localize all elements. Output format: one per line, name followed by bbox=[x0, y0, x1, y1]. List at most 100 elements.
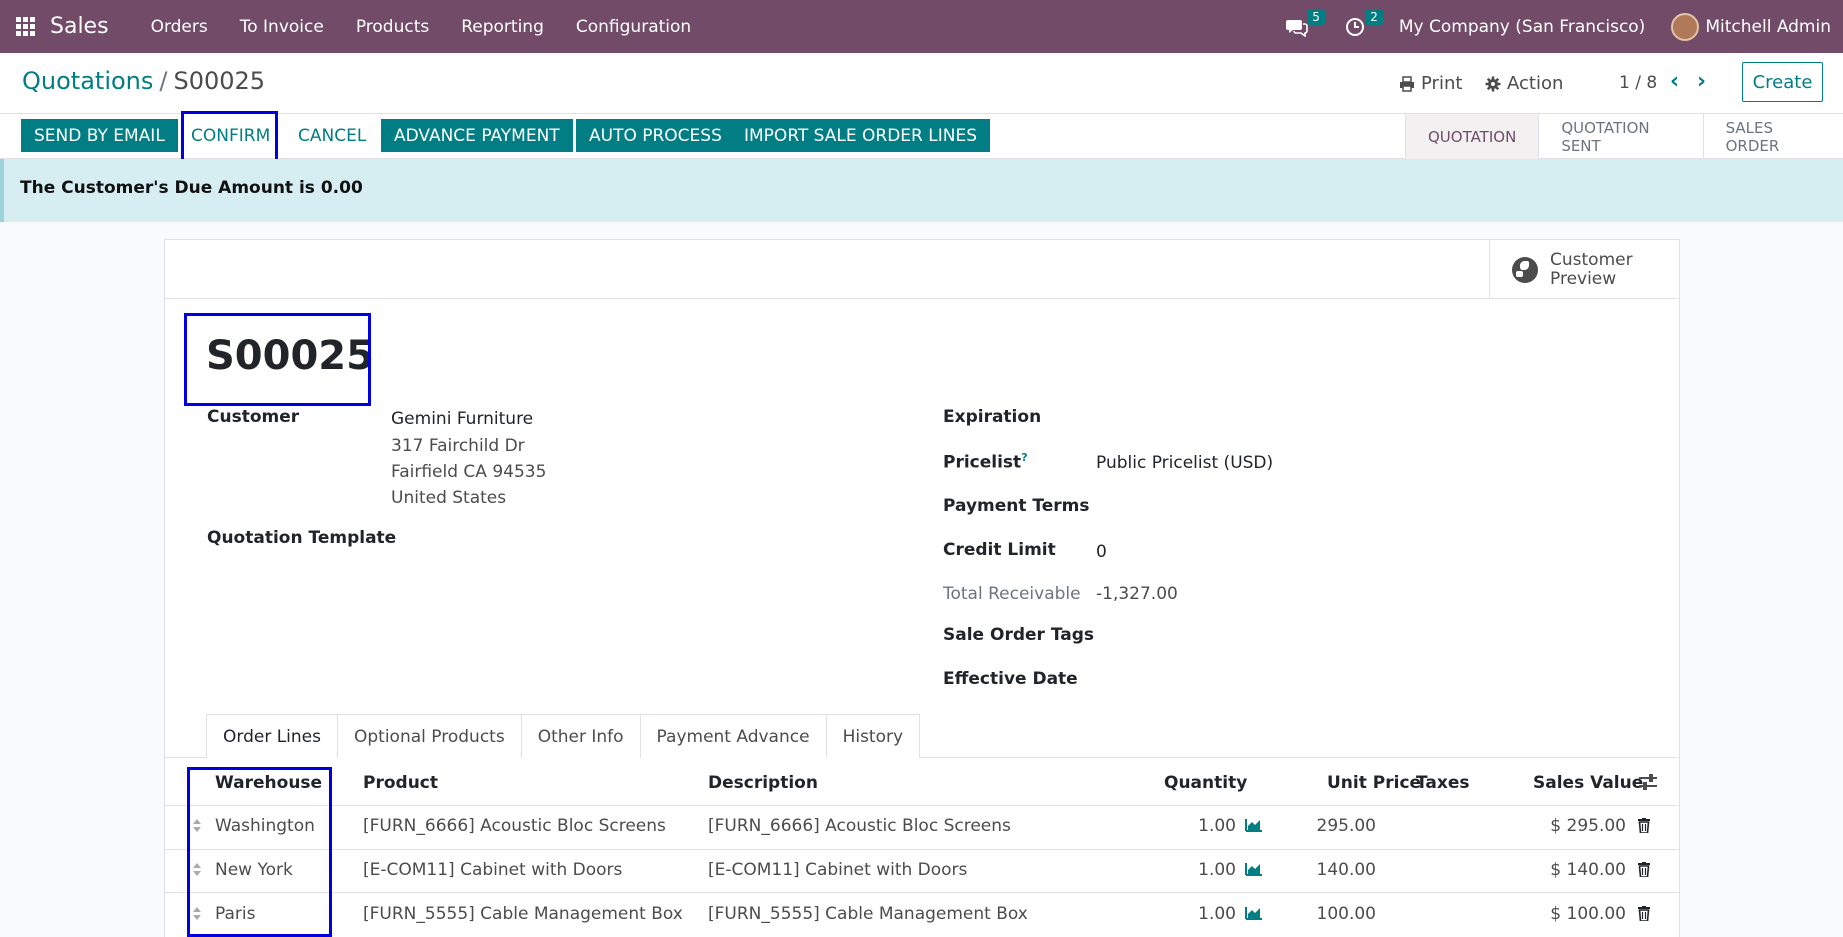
pricelist-help-icon[interactable]: ? bbox=[1021, 451, 1027, 464]
column-taxes[interactable]: Taxes bbox=[1416, 773, 1470, 793]
customer-label: Customer bbox=[207, 407, 300, 427]
print-button[interactable]: Print bbox=[1399, 73, 1462, 94]
delete-row-icon[interactable] bbox=[1638, 906, 1650, 921]
action-button[interactable]: Action bbox=[1485, 73, 1563, 94]
column-quantity[interactable]: Quantity bbox=[1164, 773, 1247, 793]
stage-quotation[interactable]: QUOTATION bbox=[1405, 114, 1539, 159]
pricelist-label-wrap: Pricelist? bbox=[943, 451, 1028, 473]
chat-icon bbox=[1285, 19, 1308, 37]
tab-optional-products[interactable]: Optional Products bbox=[337, 714, 522, 758]
row-sales-value: $ 295.00 bbox=[1550, 816, 1626, 836]
tab-payment-advance[interactable]: Payment Advance bbox=[639, 714, 827, 758]
row-product[interactable]: [FURN_5555] Cable Management Box bbox=[363, 904, 683, 924]
row-quantity[interactable]: 1.00 bbox=[1150, 816, 1236, 836]
pager-value[interactable]: 1 / 8 bbox=[1619, 73, 1657, 93]
import-sale-order-lines-button[interactable]: IMPORT SALE ORDER LINES bbox=[731, 119, 991, 152]
customer-address-line-1: 317 Fairchild Dr bbox=[391, 436, 525, 456]
customer-preview-button[interactable]: Customer Preview bbox=[1489, 240, 1679, 299]
row-product[interactable]: [FURN_6666] Acoustic Bloc Screens bbox=[363, 816, 666, 836]
row-description[interactable]: [FURN_6666] Acoustic Bloc Screens bbox=[708, 816, 1011, 836]
control-panel: Quotations / S00025 Print Action 1 / 8 ‹ ›… bbox=[0, 53, 1843, 114]
top-navbar: Sales Orders To Invoice Products Reporti… bbox=[0, 0, 1843, 53]
row-warehouse[interactable]: Paris bbox=[215, 904, 255, 924]
pricelist-value[interactable]: Public Pricelist (USD) bbox=[1096, 453, 1273, 473]
action-bar: SEND BY EMAIL CONFIRM CANCEL ADVANCE PAY… bbox=[0, 114, 1843, 159]
stage-sales-order[interactable]: SALES ORDER bbox=[1702, 114, 1843, 159]
row-unit-price[interactable]: 140.00 bbox=[1290, 860, 1376, 880]
company-switcher[interactable]: My Company (San Francisco) bbox=[1399, 17, 1645, 37]
tab-order-lines[interactable]: Order Lines bbox=[206, 714, 338, 758]
tab-other-info[interactable]: Other Info bbox=[520, 714, 641, 758]
menu-configuration[interactable]: Configuration bbox=[560, 17, 707, 37]
confirm-button[interactable]: CONFIRM bbox=[178, 119, 284, 152]
row-quantity[interactable]: 1.00 bbox=[1150, 904, 1236, 924]
row-unit-price[interactable]: 295.00 bbox=[1290, 816, 1376, 836]
create-button[interactable]: Create bbox=[1742, 62, 1823, 102]
credit-limit-label: Credit Limit bbox=[943, 540, 1056, 560]
activities-button[interactable]: 2 bbox=[1341, 8, 1383, 41]
credit-limit-value[interactable]: 0 bbox=[1096, 542, 1107, 562]
gear-icon bbox=[1485, 76, 1501, 91]
action-label: Action bbox=[1507, 73, 1564, 94]
column-description[interactable]: Description bbox=[708, 773, 818, 793]
customer-address-line-2: Fairfield CA 94535 bbox=[391, 462, 547, 482]
row-warehouse[interactable]: Washington bbox=[215, 816, 315, 836]
column-unit-price[interactable]: Unit Price bbox=[1327, 773, 1421, 793]
status-bar: QUOTATION QUOTATION SENT SALES ORDER bbox=[1405, 114, 1843, 159]
breadcrumb-quotations-link[interactable]: Quotations bbox=[22, 67, 153, 95]
customer-address-line-3: United States bbox=[391, 488, 507, 508]
activities-count-badge: 2 bbox=[1365, 8, 1383, 25]
pager-next-icon[interactable]: › bbox=[1697, 69, 1706, 94]
stage-quotation-sent[interactable]: QUOTATION SENT bbox=[1538, 114, 1702, 159]
user-avatar[interactable] bbox=[1671, 12, 1700, 41]
column-product[interactable]: Product bbox=[363, 773, 438, 793]
apps-menu-icon[interactable] bbox=[0, 0, 50, 53]
row-divider bbox=[165, 892, 1679, 893]
globe-icon bbox=[1512, 256, 1538, 283]
row-unit-price[interactable]: 100.00 bbox=[1290, 904, 1376, 924]
record-name: S00025 bbox=[206, 333, 374, 379]
cancel-button[interactable]: CANCEL bbox=[285, 119, 380, 152]
header-divider bbox=[165, 805, 1679, 806]
forecast-chart-icon[interactable] bbox=[1245, 906, 1263, 920]
column-sales-value[interactable]: Sales Value bbox=[1533, 773, 1643, 793]
customer-name[interactable]: Gemini Furniture bbox=[391, 409, 533, 429]
column-warehouse[interactable]: Warehouse bbox=[215, 773, 322, 793]
forecast-chart-icon[interactable] bbox=[1245, 818, 1263, 832]
row-sales-value: $ 140.00 bbox=[1550, 860, 1626, 880]
delete-row-icon[interactable] bbox=[1638, 862, 1650, 877]
customer-preview-label-1: Customer bbox=[1550, 249, 1633, 270]
payment-terms-label: Payment Terms bbox=[943, 496, 1090, 516]
drag-handle-icon[interactable] bbox=[192, 863, 202, 877]
menu-orders[interactable]: Orders bbox=[135, 17, 224, 37]
quotation-template-label: Quotation Template bbox=[207, 528, 397, 548]
pager-previous-icon[interactable]: ‹ bbox=[1670, 69, 1679, 94]
row-warehouse[interactable]: New York bbox=[215, 860, 293, 880]
effective-date-label: Effective Date bbox=[943, 669, 1078, 689]
send-by-email-button[interactable]: SEND BY EMAIL bbox=[21, 119, 178, 152]
user-menu[interactable]: Mitchell Admin bbox=[1705, 17, 1831, 37]
app-name[interactable]: Sales bbox=[50, 14, 109, 39]
menu-reporting[interactable]: Reporting bbox=[445, 17, 560, 37]
optional-columns-icon[interactable] bbox=[1638, 773, 1658, 791]
drag-handle-icon[interactable] bbox=[192, 819, 202, 833]
menu-products[interactable]: Products bbox=[340, 17, 445, 37]
messages-count-badge: 5 bbox=[1307, 8, 1325, 25]
notebook-tabs: Order Lines Optional Products Other Info… bbox=[206, 714, 921, 758]
tab-history[interactable]: History bbox=[825, 714, 921, 758]
auto-process-button[interactable]: AUTO PROCESS bbox=[576, 119, 735, 152]
forecast-chart-icon[interactable] bbox=[1245, 862, 1263, 876]
menu-to-invoice[interactable]: To Invoice bbox=[224, 17, 340, 37]
row-description[interactable]: [E-COM11] Cabinet with Doors bbox=[708, 860, 967, 880]
delete-row-icon[interactable] bbox=[1638, 818, 1650, 833]
advance-payment-button[interactable]: ADVANCE PAYMENT bbox=[381, 119, 573, 152]
messages-button[interactable]: 5 bbox=[1283, 8, 1325, 41]
drag-handle-icon[interactable] bbox=[192, 907, 202, 921]
row-description[interactable]: [FURN_5555] Cable Management Box bbox=[708, 904, 1028, 924]
customer-preview-label-2: Preview bbox=[1550, 268, 1617, 289]
row-quantity[interactable]: 1.00 bbox=[1150, 860, 1236, 880]
total-receivable-label: Total Receivable bbox=[943, 584, 1081, 604]
row-product[interactable]: [E-COM11] Cabinet with Doors bbox=[363, 860, 622, 880]
breadcrumb-separator: / bbox=[159, 67, 168, 95]
total-receivable-value: -1,327.00 bbox=[1096, 584, 1178, 604]
